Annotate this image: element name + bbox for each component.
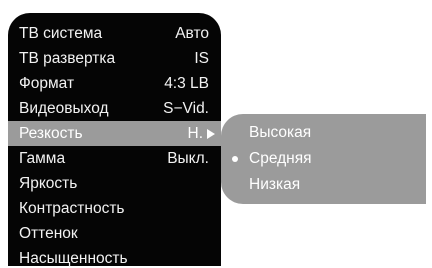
menu-item-label: Яркость: [19, 175, 78, 192]
menu-item-label: Насыщенность: [19, 250, 128, 267]
submenu-option-medium[interactable]: Средняя: [221, 146, 426, 172]
bullet-dot-icon: [232, 156, 238, 162]
submenu-option-label: Высокая: [249, 124, 312, 141]
menu-item-tv-system[interactable]: ТВ система Авто: [8, 21, 221, 46]
menu-item-label: ТВ система: [19, 25, 103, 42]
menu-item-label: Резкость: [19, 125, 83, 142]
menu-item-label: Видеовыход: [19, 100, 109, 117]
menu-item-tv-scan[interactable]: ТВ развертка IS: [8, 46, 221, 71]
menu-item-label: ТВ развертка: [19, 50, 116, 67]
menu-item-value: H.: [187, 125, 204, 142]
menu-item-value: 4:3 LB: [164, 75, 209, 92]
menu-item-hue[interactable]: Оттенок: [8, 221, 221, 246]
menu-item-gamma[interactable]: Гамма Выкл.: [8, 146, 221, 171]
submenu-option-label: Низкая: [249, 176, 301, 193]
sharpness-submenu: Высокая Средняя Низкая: [221, 114, 426, 204]
submenu-option-label: Средняя: [249, 150, 312, 167]
menu-item-value: S−Vid.: [163, 100, 209, 117]
submenu-option-low[interactable]: Низкая: [221, 172, 426, 198]
submenu-option-high[interactable]: Высокая: [221, 120, 426, 146]
triangle-right-icon: [207, 129, 215, 139]
menu-item-label: Гамма: [19, 150, 66, 167]
menu-item-value: Авто: [175, 25, 209, 42]
settings-menu: ТВ система Авто ТВ развертка IS Формат 4…: [8, 13, 221, 268]
menu-item-value: Выкл.: [167, 150, 209, 167]
menu-item-video-out[interactable]: Видеовыход S−Vid.: [8, 96, 221, 121]
settings-screen: ТВ система Авто ТВ развертка IS Формат 4…: [0, 0, 432, 268]
menu-item-label: Оттенок: [19, 225, 78, 242]
menu-item-label: Формат: [19, 75, 75, 92]
menu-item-saturation[interactable]: Насыщенность: [8, 246, 221, 268]
menu-item-label: Контрастность: [19, 200, 125, 217]
menu-item-sharpness[interactable]: Резкость H.: [8, 121, 221, 146]
menu-item-format[interactable]: Формат 4:3 LB: [8, 71, 221, 96]
menu-item-value: IS: [194, 50, 209, 67]
menu-item-brightness[interactable]: Яркость: [8, 171, 221, 196]
menu-item-contrast[interactable]: Контрастность: [8, 196, 221, 221]
